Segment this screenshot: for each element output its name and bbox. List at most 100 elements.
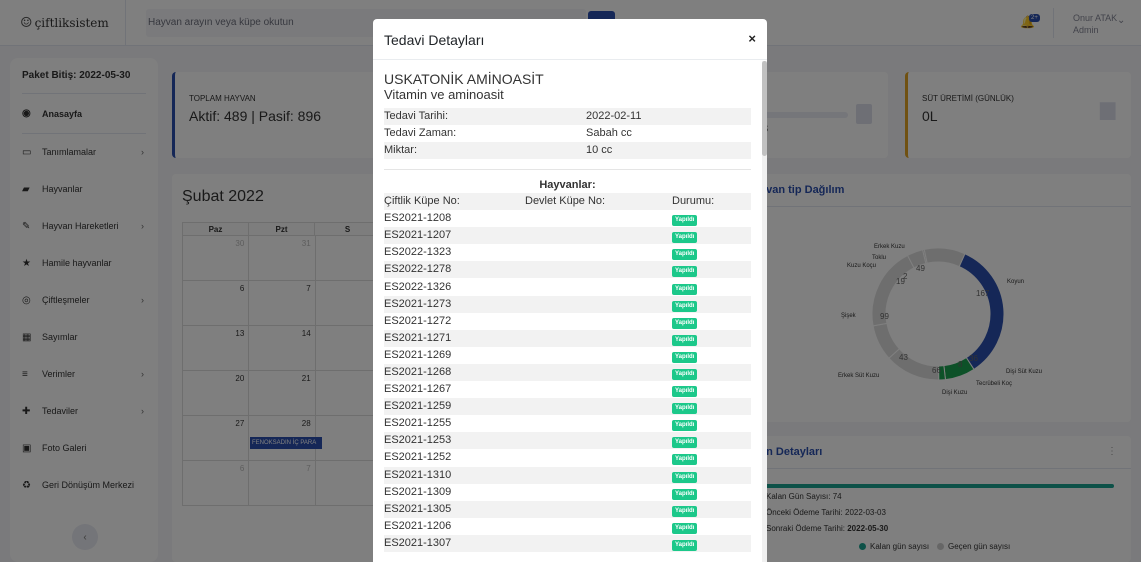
farm-tag: ES2021-1271: [384, 331, 452, 344]
status-badge: Yapıldı: [672, 317, 698, 329]
status-cell: Yapıldı: [672, 347, 751, 364]
table-row: ES2022-1323 Yapıldı: [384, 244, 751, 261]
status-cell: Yapıldı: [672, 467, 751, 484]
modal-body: USKATONİK AMİNOASİT Vitamin ve aminoasit…: [384, 71, 751, 552]
status-badge: Yapıldı: [672, 522, 698, 534]
col-farm-tag: Çiftlik Küpe No:: [384, 195, 460, 208]
farm-tag: ES2021-1272: [384, 314, 452, 327]
table-row: ES2021-1267 Yapıldı: [384, 381, 751, 398]
detail-value: 2022-02-11: [586, 110, 642, 122]
table-row: ES2021-1272 Yapıldı: [384, 313, 751, 330]
status-badge: Yapıldı: [672, 368, 698, 380]
status-badge: Yapıldı: [672, 539, 698, 551]
detail-key: Miktar:: [384, 144, 417, 156]
farm-tag: ES2021-1307: [384, 536, 452, 549]
table-row: ES2021-1305 Yapıldı: [384, 500, 751, 518]
farm-tag: ES2021-1252: [384, 451, 452, 464]
treatment-details: Tedavi Tarihi: 2022-02-11 Tedavi Zaman: Sab…: [384, 108, 751, 159]
status-badge: Yapıldı: [672, 249, 698, 261]
modal-scrollbar[interactable]: [762, 61, 767, 562]
table-row: ES2021-1273 Yapıldı: [384, 295, 751, 313]
table-row: ES2021-1253 Yapıldı: [384, 432, 751, 450]
farm-tag: ES2021-1206: [384, 519, 452, 532]
table-row: ES2022-1326 Yapıldı: [384, 278, 751, 295]
status-cell: Yapıldı: [672, 330, 751, 347]
farm-tag: ES2021-1310: [384, 468, 452, 481]
farm-tag: ES2021-1259: [384, 400, 452, 413]
table-row: ES2021-1307 Yapıldı: [384, 534, 751, 552]
status-badge: Yapıldı: [672, 232, 698, 244]
farm-tag: ES2021-1267: [384, 383, 452, 396]
farm-tag: ES2021-1268: [384, 365, 452, 378]
detail-value: Sabah cc: [586, 127, 632, 139]
detail-key: Tedavi Zaman:: [384, 127, 457, 139]
farm-tag: ES2021-1207: [384, 229, 452, 242]
farm-tag: ES2021-1305: [384, 502, 452, 515]
farm-tag: ES2021-1208: [384, 212, 452, 225]
farm-tag: ES2022-1323: [384, 246, 452, 259]
status-cell: Yapıldı: [672, 449, 751, 466]
status-badge: Yapıldı: [672, 283, 698, 295]
animals-title: Hayvanlar:: [539, 179, 596, 191]
status-badge: Yapıldı: [672, 403, 698, 415]
col-state-tag: Devlet Küpe No:: [525, 195, 606, 208]
table-row: ES2021-1309 Yapıldı: [384, 484, 751, 501]
farm-tag: ES2021-1273: [384, 297, 452, 310]
detail-row: Tedavi Tarihi: 2022-02-11: [384, 108, 751, 125]
scrollbar-thumb[interactable]: [762, 61, 767, 156]
status-cell: Yapıldı: [672, 279, 751, 296]
detail-row: Tedavi Zaman: Sabah cc: [384, 125, 751, 142]
col-status: Durumu:: [672, 195, 715, 208]
table-row: ES2021-1259 Yapıldı: [384, 398, 751, 416]
status-badge: Yapıldı: [672, 300, 698, 312]
detail-value: 10 cc: [586, 144, 613, 156]
drug-name: USKATONİK AMİNOASİT: [384, 71, 544, 87]
status-badge: Yapıldı: [672, 471, 698, 483]
status-cell: Yapıldı: [672, 261, 751, 278]
status-cell: Yapıldı: [672, 244, 751, 261]
detail-key: Tedavi Tarihi:: [384, 110, 448, 122]
divider: [384, 169, 751, 170]
animals-table: ES2021-1208 Yapıldı ES2021-1207 Yapıldı ES20…: [384, 210, 751, 552]
status-badge: Yapıldı: [672, 420, 698, 432]
status-cell: Yapıldı: [672, 518, 751, 535]
status-badge: Yapıldı: [672, 437, 698, 449]
status-cell: Yapıldı: [672, 535, 751, 552]
table-row: ES2021-1206 Yapıldı: [384, 518, 751, 535]
table-row: ES2021-1269 Yapıldı: [384, 347, 751, 364]
table-row: ES2021-1271 Yapıldı: [384, 329, 751, 347]
status-badge: Yapıldı: [672, 334, 698, 346]
status-cell: Yapıldı: [672, 364, 751, 381]
table-row: ES2021-1255 Yapıldı: [384, 415, 751, 432]
status-cell: Yapıldı: [672, 415, 751, 432]
close-button[interactable]: ×: [748, 31, 756, 46]
farm-tag: ES2021-1255: [384, 417, 452, 430]
farm-tag: ES2022-1326: [384, 280, 452, 293]
status-cell: Yapıldı: [672, 432, 751, 449]
table-row: ES2021-1252 Yapıldı: [384, 449, 751, 466]
status-cell: Yapıldı: [672, 313, 751, 330]
status-cell: Yapıldı: [672, 381, 751, 398]
status-badge: Yapıldı: [672, 454, 698, 466]
table-row: ES2021-1268 Yapıldı: [384, 363, 751, 382]
status-badge: Yapıldı: [672, 488, 698, 500]
status-cell: Yapıldı: [672, 296, 751, 313]
drug-type: Vitamin ve aminoasit: [384, 87, 504, 102]
status-badge: Yapıldı: [672, 215, 698, 227]
status-cell: Yapıldı: [672, 398, 751, 415]
table-row: ES2021-1208 Yapıldı: [384, 210, 751, 227]
animals-table-header: Çiftlik Küpe No: Devlet Küpe No: Durumu:: [384, 193, 751, 211]
status-badge: Yapıldı: [672, 351, 698, 363]
table-row: ES2021-1207 Yapıldı: [384, 227, 751, 245]
modal-header: Tedavi Detayları ×: [373, 19, 767, 60]
status-badge: Yapıldı: [672, 386, 698, 398]
table-row: ES2021-1310 Yapıldı: [384, 466, 751, 484]
farm-tag: ES2021-1269: [384, 348, 452, 361]
status-cell: Yapıldı: [672, 210, 751, 227]
treatment-details-modal: Tedavi Detayları × USKATONİK AMİNOASİT V…: [373, 19, 767, 562]
modal-title: Tedavi Detayları: [384, 32, 485, 48]
farm-tag: ES2022-1278: [384, 263, 452, 276]
detail-row: Miktar: 10 cc: [384, 142, 751, 159]
farm-tag: ES2021-1253: [384, 434, 452, 447]
status-cell: Yapıldı: [672, 227, 751, 244]
